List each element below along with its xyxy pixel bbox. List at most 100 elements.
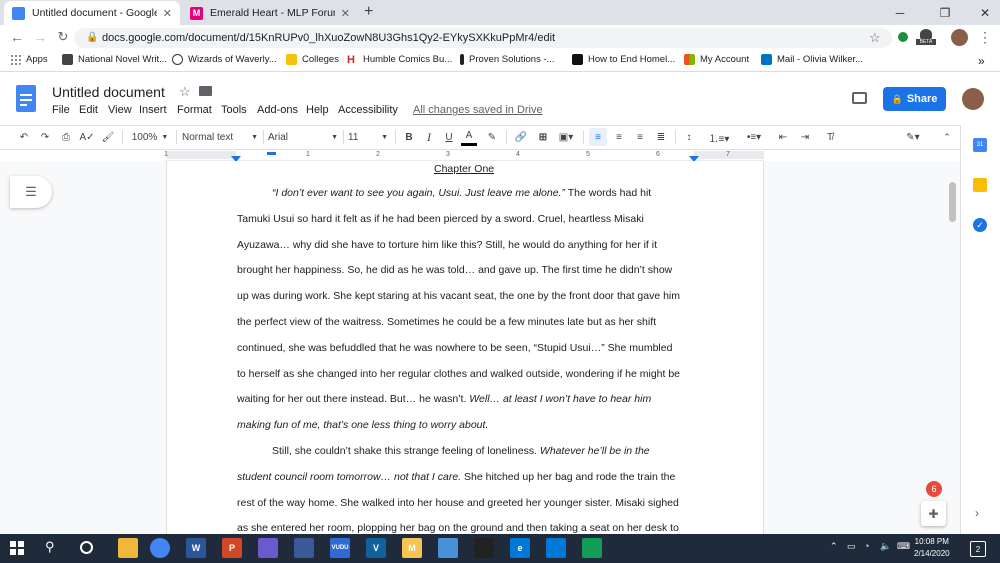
paint-format-icon[interactable]: 🖌 <box>100 128 116 146</box>
text-line[interactable]: Tamuki Usui so hard it felt as if he had… <box>237 213 644 225</box>
italic-icon[interactable]: I <box>421 128 437 146</box>
clear-formatting-icon[interactable]: T̸ <box>822 128 838 146</box>
insert-image-icon[interactable]: ▣▾ <box>556 128 576 146</box>
forward-icon[interactable]: → <box>32 29 48 45</box>
text-line[interactable]: “I don’t ever want to see you again, Usu… <box>272 187 651 199</box>
menu-tools[interactable]: Tools <box>221 104 247 116</box>
keyboard-icon[interactable]: ⌨ <box>897 541 910 552</box>
comment-history-icon[interactable] <box>852 92 867 104</box>
app-v-icon[interactable]: V <box>366 538 386 558</box>
folder-icon[interactable] <box>199 86 212 96</box>
powerpoint-icon[interactable]: P <box>222 538 242 558</box>
profile-avatar[interactable] <box>951 29 968 46</box>
edge-icon[interactable]: e <box>510 538 530 558</box>
hangouts-icon[interactable] <box>582 538 602 558</box>
increase-indent-icon[interactable]: ⇥ <box>797 128 813 146</box>
more-icon[interactable]: ⋮ <box>978 29 992 46</box>
avatar[interactable] <box>962 88 984 110</box>
url-input[interactable]: 🔒 docs.google.com/document/d/15KnRUPv0_l… <box>74 28 892 48</box>
undo-icon[interactable]: ↶ <box>16 128 32 146</box>
text-line[interactable]: continued, she was befuddled that he was… <box>237 342 672 354</box>
bookmark-end-homelessness[interactable]: How to End Homel... <box>572 54 675 65</box>
text-line[interactable]: student council room tomorrow… not that … <box>237 471 675 483</box>
action-center-icon[interactable]: 2 <box>970 541 986 557</box>
tab-untitled-document[interactable]: Untitled document - Google Doc ✕ <box>4 1 180 25</box>
menu-help[interactable]: Help <box>306 104 329 116</box>
restore-button[interactable]: ❐ <box>925 0 965 25</box>
chrome-icon[interactable] <box>150 538 170 558</box>
align-left-icon[interactable]: ≡ <box>589 128 607 146</box>
text-line[interactable]: waiting for her out there instead. But… … <box>237 393 651 405</box>
text-color-icon[interactable]: A <box>461 128 477 146</box>
zoom-select[interactable]: 100% ▼ <box>128 128 172 146</box>
font-select[interactable]: Arial ▼ <box>268 128 338 146</box>
ruler[interactable] <box>166 151 764 161</box>
share-button[interactable]: 🔒 Share <box>883 87 946 111</box>
outline-icon[interactable]: ☰ <box>10 176 52 208</box>
text-line[interactable]: making fun of me, that’s one less thing … <box>237 419 488 431</box>
bookmark-my-account[interactable]: My Account <box>684 54 749 65</box>
chevron-right-icon[interactable]: › <box>975 506 979 520</box>
chapter-heading[interactable]: Chapter One <box>434 163 494 175</box>
google-docs-logo-icon[interactable] <box>16 85 36 112</box>
network-icon[interactable]: ◔ <box>864 541 869 551</box>
line-spacing-icon[interactable]: ↕ <box>681 128 697 146</box>
bookmark-nanowrimo[interactable]: National Novel Writ... <box>62 54 167 65</box>
redo-icon[interactable]: ↷ <box>37 128 53 146</box>
text-line[interactable]: brought her happiness. So, he did as he … <box>237 264 672 276</box>
window-close-button[interactable]: ✕ <box>965 0 1000 25</box>
editing-mode-icon[interactable]: ✎▾ <box>900 128 926 146</box>
app-m-icon[interactable]: M <box>402 538 422 558</box>
text-line[interactable]: as she entered her room, plopping her ba… <box>237 522 679 534</box>
bulleted-list-icon[interactable]: •≡▾ <box>740 128 768 146</box>
text-line[interactable]: to herself as she changed into her regul… <box>237 368 680 380</box>
save-status[interactable]: All changes saved in Drive <box>413 104 543 116</box>
menu-add-ons[interactable]: Add-ons <box>257 104 298 116</box>
justify-icon[interactable]: ≣ <box>653 128 669 146</box>
vudu-icon[interactable]: VUDU <box>330 538 350 558</box>
spellcheck-icon[interactable]: A✓ <box>79 128 95 146</box>
app-13-icon[interactable] <box>546 538 566 558</box>
text-line[interactable]: Still, she couldn’t shake this strange f… <box>272 445 650 457</box>
keep-icon[interactable] <box>973 178 987 192</box>
text-line[interactable]: rest of the way home. She walked into he… <box>237 497 679 509</box>
bookmark-proven-solutions[interactable]: Proven Solutions -... <box>460 54 555 65</box>
text-line[interactable]: the perfect view of the waitress. Someti… <box>237 316 656 328</box>
bookmarks-more[interactable]: » <box>978 54 985 68</box>
reload-icon[interactable]: ↻ <box>55 29 71 45</box>
menu-file[interactable]: File <box>52 104 70 116</box>
word-icon[interactable]: W <box>186 538 206 558</box>
text-line[interactable]: up was during work. She kept staring at … <box>237 290 680 302</box>
align-center-icon[interactable]: ≡ <box>611 128 627 146</box>
search-icon[interactable]: ⚲ <box>45 539 55 555</box>
decrease-indent-icon[interactable]: ⇤ <box>775 128 791 146</box>
battery-icon[interactable]: ▭ <box>847 541 856 552</box>
menu-edit[interactable]: Edit <box>79 104 98 116</box>
volume-icon[interactable]: 🔈 <box>880 541 891 552</box>
extension-icon[interactable] <box>898 32 908 42</box>
add-comment-icon[interactable]: ⊞ <box>535 128 551 146</box>
text-line[interactable]: Ayuzawa… why did she have to torture him… <box>237 239 657 251</box>
align-right-icon[interactable]: ≡ <box>632 128 648 146</box>
notification-badge[interactable]: 6 <box>926 481 942 497</box>
underline-icon[interactable]: U <box>441 128 457 146</box>
style-select[interactable]: Normal text ▼ <box>182 128 258 146</box>
chevron-up-icon[interactable]: ⌃ <box>830 541 838 552</box>
tasks-icon[interactable]: ✓ <box>973 218 987 232</box>
menu-view[interactable]: View <box>108 104 132 116</box>
back-icon[interactable]: ← <box>9 29 25 45</box>
link-icon[interactable]: 🔗 <box>513 128 529 146</box>
explore-comment-icon[interactable]: ✚ <box>921 501 946 526</box>
close-icon[interactable]: ✕ <box>163 7 172 20</box>
bookmark-wizards[interactable]: Wizards of Waverly... <box>172 54 277 65</box>
tab-emerald-heart[interactable]: M Emerald Heart - MLP Forums ✕ <box>182 1 358 25</box>
bookmark-mail[interactable]: Mail - Olivia Wilker... <box>761 54 863 65</box>
first-line-indent-marker[interactable] <box>267 152 276 155</box>
app-5-icon[interactable] <box>258 538 278 558</box>
bookmark-apps[interactable]: Apps <box>10 54 48 65</box>
close-icon[interactable]: ✕ <box>341 7 350 20</box>
print-icon[interactable]: ⎙ <box>58 128 74 146</box>
font-size-select[interactable]: 11 ▼ <box>348 128 388 146</box>
calendar-icon[interactable]: 31 <box>973 138 987 152</box>
menu-format[interactable]: Format <box>177 104 212 116</box>
